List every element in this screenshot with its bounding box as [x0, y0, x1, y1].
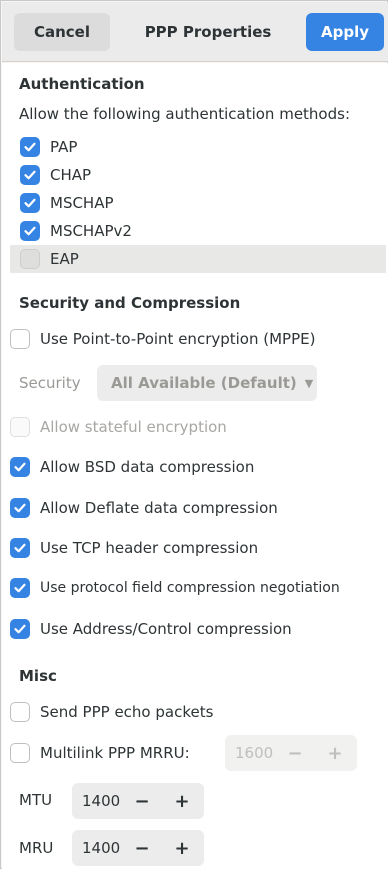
mschap-checkbox[interactable]	[20, 193, 40, 213]
mppe-checkbox[interactable]	[10, 329, 30, 349]
mrru-decrement-button[interactable]: −	[275, 735, 315, 771]
check-icon	[14, 583, 26, 593]
bsd-label: Allow BSD data compression	[40, 458, 255, 476]
mppe-label: Use Point-to-Point encryption (MPPE)	[40, 330, 316, 348]
mrru-increment-button[interactable]: +	[315, 735, 355, 771]
auth-method-mschapv2[interactable]: MSCHAPv2	[10, 217, 386, 245]
deflate-row[interactable]: Allow Deflate data compression	[10, 494, 278, 522]
dropdown-arrow-icon: ▼	[304, 376, 314, 390]
mtu-increment-button[interactable]: +	[162, 783, 202, 819]
check-icon	[24, 142, 36, 152]
check-icon	[14, 624, 26, 634]
security-dropdown-value: All Available (Default)	[111, 374, 297, 392]
mrru-value[interactable]: 1600	[225, 744, 275, 762]
mtu-spinbutton[interactable]: 1400 − +	[72, 783, 204, 819]
echo-label: Send PPP echo packets	[40, 703, 214, 721]
mtu-value[interactable]: 1400	[72, 792, 122, 810]
authentication-heading: Authentication	[19, 75, 145, 93]
security-dropdown[interactable]: All Available (Default) ▼	[97, 365, 317, 401]
bsd-checkbox[interactable]	[10, 457, 30, 477]
protocol-label: Use protocol field compression negotiati…	[40, 580, 340, 596]
mru-value[interactable]: 1400	[72, 839, 122, 857]
pap-checkbox[interactable]	[20, 137, 40, 157]
stateful-row[interactable]: Allow stateful encryption	[10, 413, 227, 441]
mschap-label: MSCHAP	[50, 194, 114, 212]
bsd-row[interactable]: Allow BSD data compression	[10, 453, 254, 481]
authentication-description: Allow the following authentication metho…	[19, 105, 351, 123]
pap-label: PAP	[50, 138, 78, 156]
check-icon	[24, 226, 36, 236]
echo-row[interactable]: Send PPP echo packets	[10, 698, 213, 726]
stateful-label: Allow stateful encryption	[40, 418, 227, 436]
check-icon	[24, 170, 36, 180]
mru-decrement-button[interactable]: −	[122, 830, 162, 866]
mru-spinbutton[interactable]: 1400 − +	[72, 830, 204, 866]
tcp-row[interactable]: Use TCP header compression	[10, 534, 258, 562]
mschapv2-label: MSCHAPv2	[50, 222, 132, 240]
multilink-row[interactable]: Multilink PPP MRRU:	[10, 739, 190, 767]
dialog-content: Authentication Allow the following authe…	[2, 63, 388, 869]
auth-method-list: PAP CHAP MSCHAP MSCHAPv2 EAP	[10, 133, 386, 273]
stateful-checkbox[interactable]	[10, 417, 30, 437]
check-icon	[14, 462, 26, 472]
multilink-label: Multilink PPP MRRU:	[40, 744, 190, 762]
auth-method-chap[interactable]: CHAP	[10, 161, 386, 189]
deflate-checkbox[interactable]	[10, 498, 30, 518]
apply-button[interactable]: Apply	[306, 13, 384, 51]
header-bar: Cancel PPP Properties Apply	[2, 2, 388, 62]
address-checkbox[interactable]	[10, 619, 30, 639]
mtu-label: MTU	[19, 791, 53, 809]
misc-heading: Misc	[19, 667, 57, 685]
address-row[interactable]: Use Address/Control compression	[10, 615, 292, 643]
check-icon	[24, 198, 36, 208]
ppp-properties-dialog: Cancel PPP Properties Apply Authenticati…	[0, 0, 388, 869]
auth-method-pap[interactable]: PAP	[10, 133, 386, 161]
auth-method-mschap[interactable]: MSCHAP	[10, 189, 386, 217]
protocol-checkbox[interactable]	[10, 578, 30, 598]
chap-checkbox[interactable]	[20, 165, 40, 185]
deflate-label: Allow Deflate data compression	[40, 499, 278, 517]
eap-label: EAP	[50, 250, 79, 268]
mtu-decrement-button[interactable]: −	[122, 783, 162, 819]
tcp-checkbox[interactable]	[10, 538, 30, 558]
tcp-label: Use TCP header compression	[40, 539, 259, 557]
auth-method-eap[interactable]: EAP	[10, 245, 386, 273]
mrru-spinbutton[interactable]: 1600 − +	[225, 735, 357, 771]
security-heading: Security and Compression	[19, 294, 241, 312]
multilink-checkbox[interactable]	[10, 743, 30, 763]
mppe-row[interactable]: Use Point-to-Point encryption (MPPE)	[10, 325, 315, 353]
check-icon	[14, 543, 26, 553]
security-label: Security	[19, 374, 81, 392]
cancel-button[interactable]: Cancel	[14, 13, 110, 51]
echo-checkbox[interactable]	[10, 702, 30, 722]
dialog-title: PPP Properties	[144, 23, 272, 41]
mschapv2-checkbox[interactable]	[20, 221, 40, 241]
eap-checkbox[interactable]	[20, 249, 40, 269]
chap-label: CHAP	[50, 166, 92, 184]
check-icon	[14, 503, 26, 513]
protocol-row[interactable]: Use protocol field compression negotiati…	[10, 574, 340, 602]
mru-label: MRU	[19, 839, 54, 857]
address-label: Use Address/Control compression	[40, 620, 292, 638]
mru-increment-button[interactable]: +	[162, 830, 202, 866]
